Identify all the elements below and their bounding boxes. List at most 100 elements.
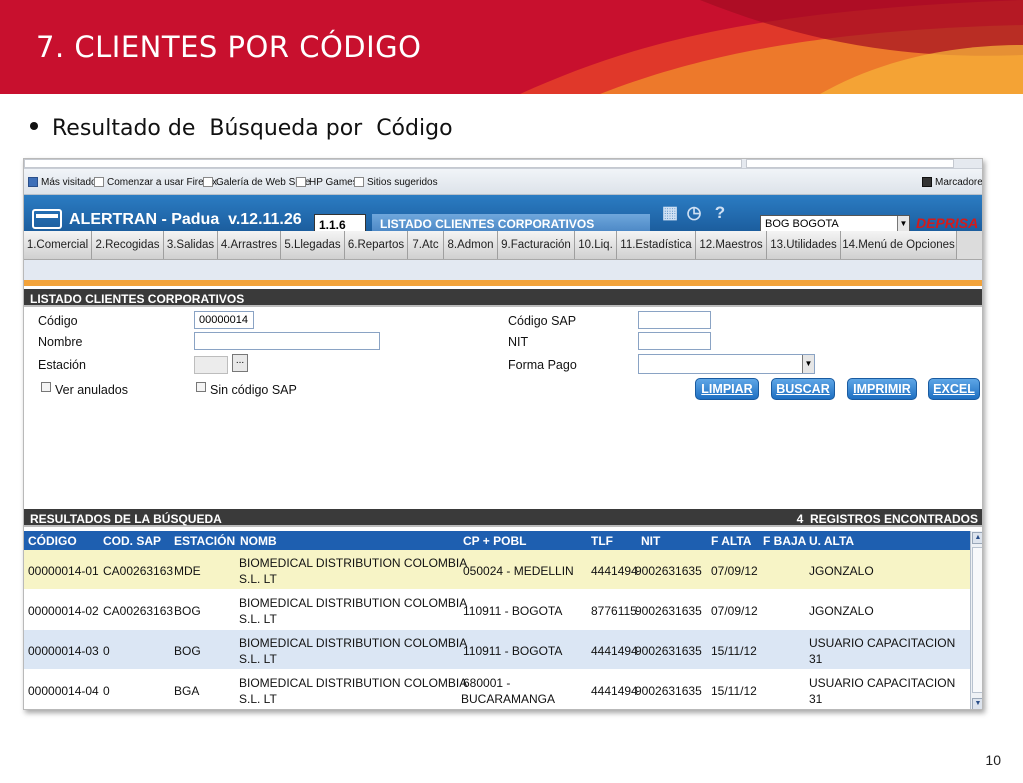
cell-u-alta-2: 31 (809, 692, 823, 706)
help-icon[interactable]: ? (710, 203, 730, 223)
bookmarks-bar: Más visitados Comenzar a usar Firefox Ga… (24, 169, 982, 195)
cell-nomb-2: S.L. LT (239, 692, 277, 706)
cell-cod-sap: 0 (103, 684, 110, 698)
estacion-input[interactable] (194, 356, 228, 374)
scroll-down-icon[interactable]: ▼ (972, 698, 982, 709)
cell-codigo: 00000014-01 (28, 564, 99, 578)
column-header-u-alta[interactable]: U. ALTA (809, 534, 854, 548)
cell-nit: 9002631635 (635, 604, 702, 618)
menu-item-menu-opciones[interactable]: 14.Menú de Opciones (841, 231, 957, 259)
column-header-nomb[interactable]: NOMB (240, 534, 277, 548)
menu-item-repartos[interactable]: 6.Repartos (345, 231, 408, 259)
column-header-codigo[interactable]: CÓDIGO (28, 534, 77, 548)
menu-item-atc[interactable]: 7.Atc (408, 231, 444, 259)
menu-item-arrastres[interactable]: 4.Arrastres (218, 231, 281, 259)
cell-cp-1: 110911 - BOGOTA (463, 644, 563, 658)
cell-f-alta: 07/09/12 (711, 604, 758, 618)
ver-anulados-label: Ver anulados (55, 383, 128, 397)
bookmark-label: Más visitados (41, 177, 102, 188)
codigo-input[interactable]: 00000014 (194, 311, 254, 329)
bookmark-sitios-sugeridos[interactable]: Sitios sugeridos (354, 177, 438, 188)
table-row[interactable]: 00000014-02 CA00263163 BOG BIOMEDICAL DISTR… (24, 590, 970, 630)
cell-u-alta-1: USUARIO CAPACITACION (809, 636, 956, 650)
cell-u-alta-2: 31 (809, 652, 823, 666)
forma-pago-select[interactable]: ▼ (638, 354, 815, 374)
menu-item-utilidades[interactable]: 13.Utilidades (767, 231, 841, 259)
menu-item-comercial[interactable]: 1.Comercial (24, 231, 92, 259)
results-scrollbar[interactable]: ▲ ▼ (970, 531, 982, 709)
cell-cod-sap: 0 (103, 644, 110, 658)
bookmark-mas-visitados[interactable]: Más visitados (28, 177, 102, 188)
blue-bookmark-icon (28, 177, 38, 187)
menu-item-salidas[interactable]: 3.Salidas (164, 231, 218, 259)
menu-item-estadistica[interactable]: 11.Estadística (617, 231, 696, 259)
cell-codigo: 00000014-02 (28, 604, 99, 618)
chevron-down-icon[interactable]: ▼ (802, 355, 814, 373)
menu-item-llegadas[interactable]: 5.Llegadas (281, 231, 345, 259)
address-bar[interactable] (24, 159, 742, 168)
clock-icon[interactable]: ◷ (684, 203, 704, 223)
limpiar-button[interactable]: LIMPIAR (695, 378, 759, 400)
cell-tlf: 4441494 (591, 684, 638, 698)
sin-codigo-sap-checkbox[interactable] (196, 382, 206, 392)
results-table-header: CÓDIGO COD. SAP ESTACIÓN NOMB CP + POBL … (24, 531, 970, 550)
bookmark-galeria-web-slice[interactable]: Galería de Web Slice (203, 177, 310, 188)
excel-button[interactable]: EXCEL (928, 378, 980, 400)
slide-number: 10 (985, 752, 1001, 768)
cell-f-alta: 15/11/12 (711, 684, 757, 698)
codigo-sap-input[interactable] (638, 311, 711, 329)
cell-f-alta: 07/09/12 (711, 564, 758, 578)
forma-pago-label: Forma Pago (508, 358, 577, 372)
nombre-label: Nombre (38, 335, 83, 349)
browser-search-bar[interactable] (746, 159, 954, 168)
main-menu: 1.Comercial 2.Recogidas 3.Salidas 4.Arra… (24, 231, 982, 260)
menu-item-facturacion[interactable]: 9.Facturación (498, 231, 575, 259)
table-row[interactable]: 00000014-04 0 BGA BIOMEDICAL DISTRIBUTION C… (24, 670, 970, 709)
page-icon (203, 177, 213, 187)
column-header-nit[interactable]: NIT (641, 534, 660, 548)
column-header-estacion[interactable]: ESTACIÓN (174, 534, 235, 548)
column-header-tlf[interactable]: TLF (591, 534, 613, 548)
buscar-button[interactable]: BUSCAR (771, 378, 835, 400)
menu-item-liq[interactable]: 10.Liq. (575, 231, 617, 259)
menu-item-recogidas[interactable]: 2.Recogidas (92, 231, 164, 259)
calendar-icon[interactable]: ▦ (660, 203, 680, 223)
column-header-cod-sap[interactable]: COD. SAP (103, 534, 161, 548)
estacion-label: Estación (38, 358, 86, 372)
sin-codigo-sap-label: Sin código SAP (210, 383, 297, 397)
estacion-lookup-button[interactable]: ... (232, 354, 248, 372)
imprimir-button[interactable]: IMPRIMIR (847, 378, 917, 400)
cell-nomb-2: S.L. LT (239, 572, 277, 586)
column-header-f-baja[interactable]: F BAJA (763, 534, 806, 548)
ver-anulados-checkbox[interactable] (41, 382, 51, 392)
menu-item-maestros[interactable]: 12.Maestros (696, 231, 767, 259)
table-row[interactable]: 00000014-03 0 BOG BIOMEDICAL DISTRIBUTION C… (24, 630, 970, 670)
chevron-down-icon[interactable]: ▼ (897, 216, 909, 232)
cell-tlf: 4441494 (591, 644, 638, 658)
bookmark-comenzar-firefox[interactable]: Comenzar a usar Firefox (94, 177, 217, 188)
table-row[interactable]: 00000014-01 CA00263163 MDE BIOMEDICAL DISTR… (24, 550, 970, 590)
scroll-up-icon[interactable]: ▲ (972, 532, 982, 544)
bookmark-label: Comenzar a usar Firefox (107, 177, 218, 188)
browser-toolbar (24, 159, 982, 169)
nombre-input[interactable] (194, 332, 380, 350)
bookmark-marcadores[interactable]: Marcadores (922, 177, 982, 188)
cell-u-alta-1: USUARIO CAPACITACION (809, 676, 956, 690)
cell-codigo: 00000014-03 (28, 644, 99, 658)
column-header-f-alta[interactable]: F ALTA (711, 534, 751, 548)
cell-u-alta-1: JGONZALO (809, 604, 874, 618)
bookmark-hp-games[interactable]: HP Games (296, 177, 358, 188)
cell-cod-sap: CA00263163 (103, 564, 174, 578)
nit-input[interactable] (638, 332, 711, 350)
cell-cp-1: 680001 - (463, 676, 511, 690)
scroll-thumb[interactable] (972, 547, 982, 693)
cell-cp-1: 110911 - BOGOTA (463, 604, 563, 618)
nit-label: NIT (508, 335, 529, 349)
codigo-sap-label: Código SAP (508, 314, 577, 328)
column-header-cp-pobl[interactable]: CP + POBL (463, 534, 526, 548)
bullet-text: Resultado de Búsqueda por Código (52, 116, 453, 141)
cell-tlf: 8776115 (591, 604, 637, 618)
application-screenshot: Más visitados Comenzar a usar Firefox Ga… (23, 158, 983, 710)
cell-nomb-2: S.L. LT (239, 612, 277, 626)
menu-item-admon[interactable]: 8.Admon (444, 231, 498, 259)
